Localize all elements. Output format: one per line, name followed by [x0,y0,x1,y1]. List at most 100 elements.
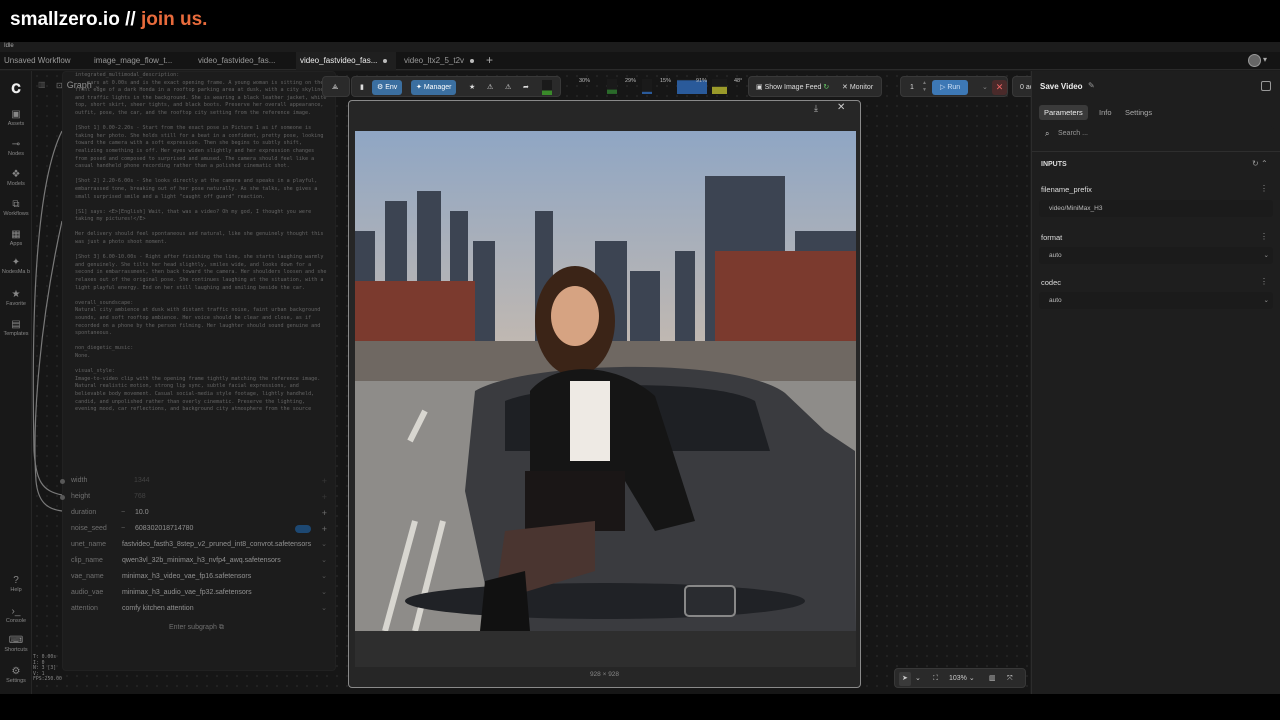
more-icon[interactable]: ⋮ [1260,232,1268,241]
properties-panel: Save Video ✎ Parameters Info Settings ⌕ S… [1031,71,1280,694]
sidebar-item-label: Favorite [6,301,26,307]
avatar[interactable] [1248,54,1261,67]
minimap-icon[interactable]: ▥ [989,672,996,686]
download-icon[interactable]: ⤓ [814,103,818,114]
tab-label: video_fastvideo_fas... [198,56,276,65]
perf-stats-text: T: 0.00s I: 0 N: 3 [3] V: 1 FPS:250.00 [33,655,62,683]
format-select[interactable]: auto ⌄ [1039,247,1273,264]
env-button[interactable]: ⚙ Env [372,80,403,95]
sidebar-item-assets[interactable]: ▣ Assets [0,109,32,128]
fit-view-icon[interactable]: ⛶ [933,672,938,686]
bookmark-icon[interactable]: ▮ [355,80,369,95]
close-icon[interactable]: ✕ [837,102,845,113]
sidebar-item-nodes[interactable]: ⊸ Nodes [0,139,32,158]
add-tab-icon[interactable]: + [486,52,493,69]
sidebar-item-apps[interactable]: ▦ Apps [0,229,32,248]
grid-icon: ▦ [11,229,21,240]
sidebar-item-label: Settings [6,678,26,684]
stepper-icon[interactable]: ▲ ▼ [917,80,932,95]
sidebar-item-favorite[interactable]: ★ Favorite [0,289,32,308]
sidebar: 𝐂 ▣ Assets ⊸ Nodes ❖ Models ⧉ Workflows ▦ App… [0,71,32,694]
tab-settings[interactable]: Settings [1120,105,1157,120]
gear-icon: ⚙ [377,84,386,91]
section-title: INPUTS [1041,161,1067,168]
star-icon[interactable]: ★ [464,80,480,95]
sidebar-item-templates[interactable]: ▤ Templates [0,319,32,338]
chevron-down-icon: ⌄ [1263,297,1269,304]
gpu-meter-label: 15% [660,78,672,84]
keyboard-icon: ⌨ [8,635,24,646]
banner-cta[interactable]: join us. [141,9,208,30]
warning-icon[interactable]: ⚠ [500,80,516,95]
workflow-tab[interactable]: image_mage_flow_t... [90,52,194,70]
link-visibility-icon[interactable]: ⤧ [1007,672,1013,686]
more-icon[interactable]: ⋮ [1260,277,1268,286]
image-icon: ▣ [756,84,765,91]
filename-prefix-input[interactable]: video/MiniMax_H3 [1039,200,1273,217]
share-icon[interactable]: ➦ [518,80,534,95]
select-value: auto [1049,297,1062,304]
workflow-tab[interactable]: Unsaved Workflow [0,52,94,70]
star-icon: ★ [11,289,21,300]
image-feed-button[interactable]: ▣ Show Image Feed ↻ [751,80,834,95]
monitor-button[interactable]: ✕ Monitor [837,80,878,95]
chevron-down-icon[interactable]: ⌄ [915,672,921,686]
temp-meter-label: 48° [734,78,743,84]
chevron-down-icon[interactable]: ▾ [1263,55,1267,64]
cpu-meter [542,80,552,95]
sidebar-item-shortcuts[interactable]: ⌨ Shortcuts [0,635,32,654]
terminal-icon: ›_ [11,606,21,617]
divider [1032,151,1280,152]
comfy-logo[interactable]: 𝐂 [0,82,32,95]
sidebar-item-models[interactable]: ❖ Models [0,169,32,188]
workflow-tab-active[interactable]: video_fastvideo_fas... [296,52,396,70]
stop-button[interactable]: ✕ [992,80,1007,95]
reset-icon[interactable]: ↻ ⌃ [1252,159,1268,168]
tab-info[interactable]: Info [1094,105,1117,120]
chevron-down-icon[interactable]: ⌄ [977,80,993,95]
chevron-up-icon[interactable]: ⌃ [1261,159,1268,168]
field-label: codec [1041,278,1062,287]
refresh-icon: ↻ [823,84,830,91]
image-feed-label: Show Image Feed [764,84,822,91]
warning-icon[interactable]: ⚠ [482,80,498,95]
run-button[interactable]: ▷ Run [932,80,969,95]
top-toolbar: ⟁ ▮ ⚙ Env ✦ Manager ★ ⚠ ⚠ ➦ 30% 29% 15% … [322,76,1054,98]
graph-canvas[interactable]: integrated_multimodal_description: ... e… [32,71,1139,694]
sidebar-item-nodesmanager[interactable]: ✦ NodesMa b [0,257,32,276]
codec-select[interactable]: auto ⌄ [1039,292,1273,309]
zoom-level[interactable]: 103% ⌄ [949,672,975,686]
gpu-meter [642,79,652,95]
tab-label: video_ltx2_5_t2v [404,56,465,65]
sidebar-item-label: Shortcuts [4,647,28,653]
gear-icon: ⚙ [11,666,21,677]
tab-label: Unsaved Workflow [4,56,71,65]
edit-icon[interactable]: ✎ [1088,81,1095,90]
toolbar-group: ▮ ⚙ Env ✦ Manager ★ ⚠ ⚠ ➦ [351,76,561,97]
unsaved-dot-icon [470,58,475,63]
workflow-tab[interactable]: video_fastvideo_fas... [194,52,294,70]
delta-icon[interactable]: ⟁ [327,80,343,95]
manager-button[interactable]: ✦ Manager [411,80,457,95]
sidebar-item-workflows[interactable]: ⧉ Workflows [0,199,32,218]
image-preview-modal: ⤓ ✕ 928 × 928 [348,100,861,688]
sidebar-item-settings[interactable]: ⚙ Settings [0,666,32,685]
run-group: 1 ▲ ▼ ▷ Run ⌄ ✕ [900,76,1008,97]
zoom-value: 103% [949,675,967,682]
more-icon[interactable]: ⋮ [1260,184,1268,193]
image-icon: ▣ [11,109,21,120]
panel-toggle-icon[interactable] [1261,81,1271,91]
comfy-app: Idle Unsaved Workflow image_mage_flow_t.… [0,42,1280,694]
field-label: filename_prefix [1041,185,1092,194]
chevron-down-icon: ⌄ [1263,252,1269,259]
toolbar-group: ▣ Show Image Feed ↻ ✕ Monitor [748,76,882,97]
search-placeholder: Search ... [1058,130,1088,137]
sidebar-item-help[interactable]: ? Help [0,575,32,594]
banner-brand: smallzero.io // [10,9,141,30]
tab-parameters[interactable]: Parameters [1039,105,1088,120]
preview-image [355,131,856,631]
select-tool-icon[interactable]: ➤ [899,672,911,686]
sidebar-item-console[interactable]: ›_ Console [0,606,32,625]
search-input[interactable]: ⌕ Search ... [1038,126,1274,142]
workflow-tab[interactable]: video_ltx2_5_t2v [400,52,480,70]
